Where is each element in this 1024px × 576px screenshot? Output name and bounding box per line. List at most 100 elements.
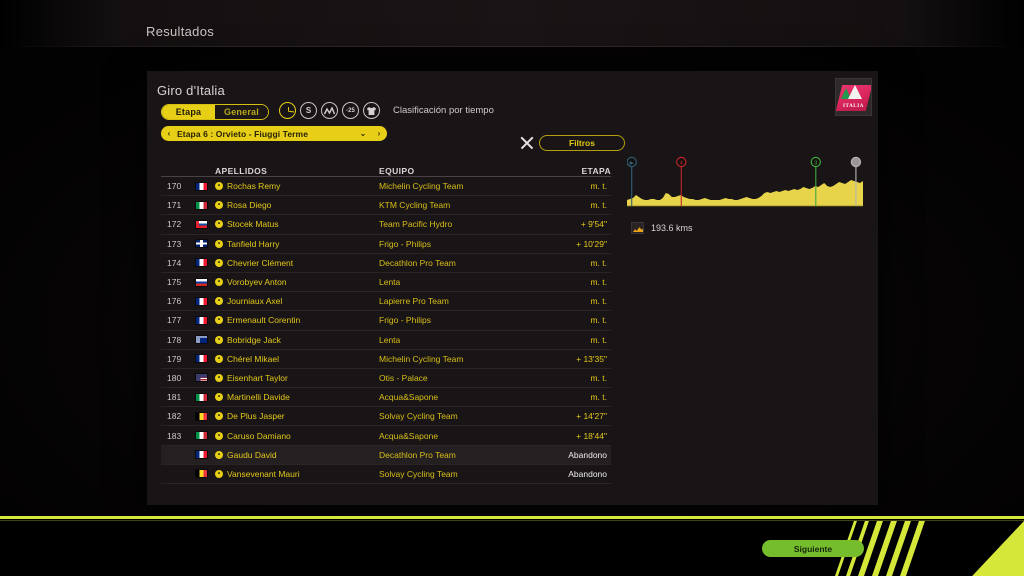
rider-info-icon[interactable]: • xyxy=(215,258,223,267)
filters-button[interactable]: Filtros xyxy=(539,135,625,151)
flag-icon-ru xyxy=(195,277,208,287)
toggle-general[interactable]: General xyxy=(215,105,268,119)
stage-expand-chevron-down-icon[interactable]: ⌄ xyxy=(355,129,371,138)
row-time: m. t. xyxy=(590,334,607,345)
table-row[interactable]: 175 • Vorobyev Anton Lenta m. t. xyxy=(161,273,611,293)
rider-info-icon[interactable]: • xyxy=(215,297,223,306)
rider-info-icon[interactable]: • xyxy=(215,220,223,229)
rider-info-icon[interactable]: • xyxy=(215,450,223,459)
row-rider-name: Gaudu David xyxy=(227,449,277,460)
rider-info-icon[interactable]: • xyxy=(215,354,223,363)
app-root: Resultados Giro d'Italia ITALIA Etapa Ge… xyxy=(0,0,1024,576)
jersey-icon[interactable] xyxy=(363,102,380,119)
sprint-points-icon[interactable]: S xyxy=(300,102,317,119)
table-row[interactable]: 177 • Ermenault Corentin Frigo - Philips m. … xyxy=(161,311,611,331)
table-row[interactable]: 176 • Journiaux Axel Lapierre Pro Team m. t. xyxy=(161,292,611,312)
row-flag-cell xyxy=(195,200,215,210)
table-body[interactable]: 170 • Rochas Remy Michelin Cycling Team m. t… xyxy=(161,177,611,488)
stage-selector[interactable]: ‹ Etapa 6 : Orvieto - Fiuggi Terme ⌄ › xyxy=(161,126,387,141)
row-time: m. t. xyxy=(590,277,607,288)
row-team: Decathlon Pro Team xyxy=(379,257,456,268)
row-rider-cell: • Chérel Mikael xyxy=(215,354,379,364)
rider-info-icon[interactable]: • xyxy=(215,201,223,210)
rider-info-icon[interactable]: • xyxy=(215,373,223,382)
table-row[interactable]: 181 • Martinelli Davide Acqua&Sapone m. t. xyxy=(161,388,611,408)
close-icon[interactable] xyxy=(519,135,535,151)
flag-icon-fr xyxy=(195,296,208,306)
table-row[interactable]: 180 • Eisenhart Taylor Otis - Palace m. t. xyxy=(161,369,611,389)
stage-next-button[interactable]: › xyxy=(371,129,387,138)
row-rank: 177 xyxy=(167,315,182,326)
row-rider-cell: • Bobridge Jack xyxy=(215,335,379,345)
rider-info-icon[interactable]: • xyxy=(215,469,223,478)
row-flag-cell xyxy=(195,335,215,345)
row-team: Frigo - Philips xyxy=(379,238,431,249)
stage-prev-button[interactable]: ‹ xyxy=(161,129,177,138)
top-bar: Resultados xyxy=(0,0,1024,47)
row-time: + 9'54" xyxy=(580,219,607,230)
rider-info-icon[interactable]: • xyxy=(215,393,223,402)
row-flag-cell xyxy=(195,392,215,402)
flag-icon-fr xyxy=(195,258,208,268)
table-row[interactable]: 174 • Chevrier Clément Decathlon Pro Team m.… xyxy=(161,254,611,273)
flag-icon-us xyxy=(195,373,208,383)
row-time: m. t. xyxy=(590,200,607,211)
row-team: Michelin Cycling Team xyxy=(379,181,464,192)
mountain-glyph xyxy=(324,106,335,114)
row-team: Team Pacific Hydro xyxy=(379,219,453,230)
table-row[interactable]: 172 • Stocek Matus Team Pacific Hydro + 9'54… xyxy=(161,215,611,235)
row-rider-cell: • Tanfield Harry xyxy=(215,239,379,249)
elevation-profile-chart: ▶ 4 3 xyxy=(627,156,863,207)
results-table: APELLIDOS EQUIPO ETAPA 170 • Rochas Remy Mi… xyxy=(161,159,611,488)
row-flag-cell xyxy=(195,258,215,268)
table-row[interactable]: 170 • Rochas Remy Michelin Cycling Team m. t… xyxy=(161,177,611,197)
toggle-etapa[interactable]: Etapa xyxy=(162,105,215,119)
row-flag-cell xyxy=(195,450,215,460)
row-flag-cell xyxy=(195,431,215,441)
row-time: Abandono xyxy=(568,468,607,479)
table-row[interactable]: 173 • Tanfield Harry Frigo - Philips + 10'29… xyxy=(161,235,611,254)
page-title: Resultados xyxy=(146,24,215,39)
mountain-icon[interactable] xyxy=(321,102,338,119)
classification-icon-row: S -25 Clasificación por tiempo xyxy=(279,102,494,119)
table-row[interactable]: 183 • Caruso Damiano Acqua&Sapone + 18'44" xyxy=(161,426,611,446)
youth-25-icon[interactable]: -25 xyxy=(342,102,359,119)
row-rider-name: Rochas Remy xyxy=(227,181,281,192)
row-time: Abandono xyxy=(568,449,607,460)
rider-info-icon[interactable]: • xyxy=(215,335,223,344)
row-time: m. t. xyxy=(590,257,607,268)
table-row[interactable]: • Gaudu David Decathlon Pro Team Abandono xyxy=(161,445,611,465)
row-rank: 171 xyxy=(167,200,182,211)
classification-scope-toggle[interactable]: Etapa General xyxy=(161,104,269,120)
row-flag-cell xyxy=(195,469,215,479)
rider-info-icon[interactable]: • xyxy=(215,316,223,325)
row-rider-name: Eisenhart Taylor xyxy=(227,372,288,383)
rider-info-icon[interactable]: • xyxy=(215,278,223,287)
stage-elevation-profile: ▶ 4 3 193.6 kms xyxy=(627,154,863,242)
row-time: + 14'27" xyxy=(576,411,607,422)
table-row[interactable]: 171 • Rosa Diego KTM Cycling Team m. t. xyxy=(161,196,611,216)
table-row[interactable]: • Vansevenant Mauri Solvay Cycling Team Aba… xyxy=(161,465,611,484)
table-row[interactable]: 182 • De Plus Jasper Solvay Cycling Team + 1… xyxy=(161,407,611,427)
table-header-row: APELLIDOS EQUIPO ETAPA xyxy=(161,159,611,177)
row-flag-cell xyxy=(195,354,215,364)
row-time: m. t. xyxy=(590,296,607,307)
row-rider-name: Bobridge Jack xyxy=(227,334,281,345)
row-rank: 175 xyxy=(167,277,182,288)
table-row[interactable]: 179 • Chérel Mikael Michelin Cycling Team + … xyxy=(161,350,611,369)
rider-info-icon[interactable]: • xyxy=(215,431,223,440)
rider-info-icon[interactable]: • xyxy=(215,182,223,191)
profile-footer: 193.6 kms xyxy=(631,222,693,234)
row-team: Michelin Cycling Team xyxy=(379,353,464,364)
finish-marker[interactable] xyxy=(850,156,862,168)
next-button[interactable]: Siguiente xyxy=(762,540,864,557)
giro-italia-badge-icon: ITALIA xyxy=(835,78,872,116)
row-rank: 183 xyxy=(167,430,182,441)
clock-icon[interactable] xyxy=(279,102,296,119)
flag-icon-fr xyxy=(195,181,208,191)
row-team: KTM Cycling Team xyxy=(379,200,451,211)
table-row[interactable]: 178 • Bobridge Jack Lenta m. t. xyxy=(161,331,611,350)
rider-info-icon[interactable]: • xyxy=(215,412,223,421)
rider-info-icon[interactable]: • xyxy=(215,239,223,248)
row-rider-cell: • Chevrier Clément xyxy=(215,258,379,268)
